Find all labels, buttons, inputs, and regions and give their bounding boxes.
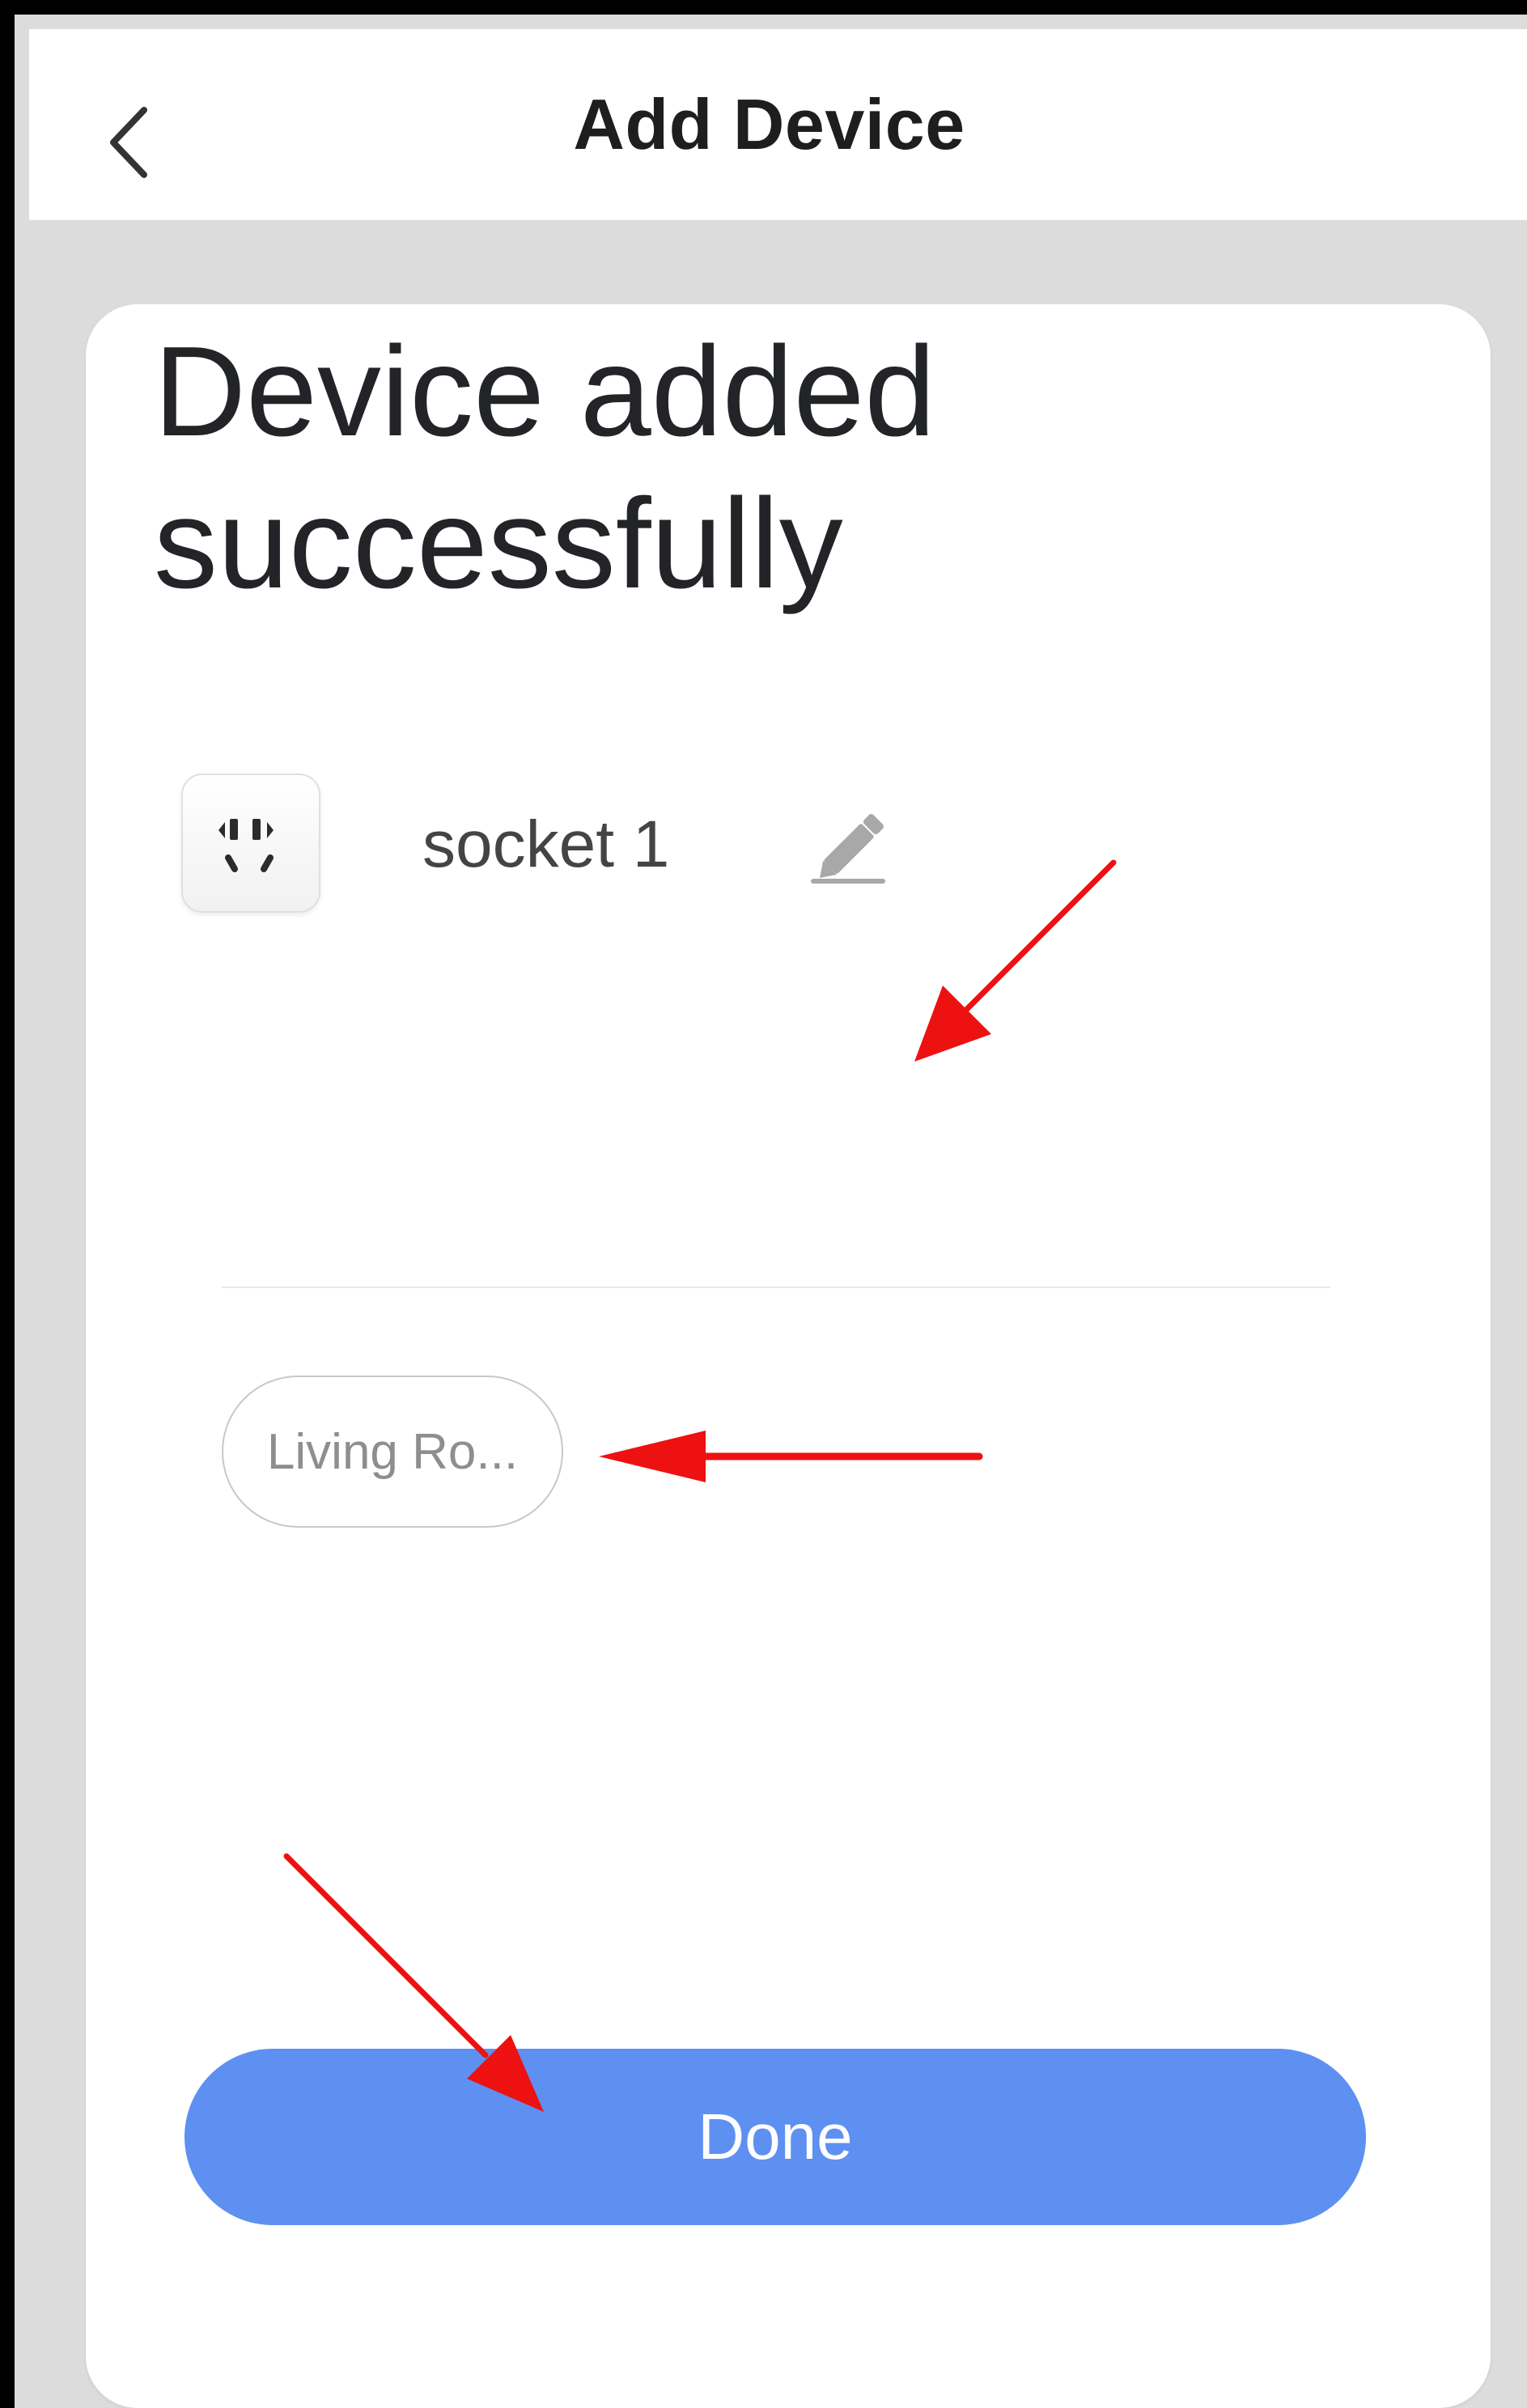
edit-name-button[interactable] [804, 804, 901, 893]
divider [222, 1287, 1330, 1288]
power-socket-icon [181, 774, 320, 913]
room-chip[interactable]: Living Ro... [222, 1376, 563, 1528]
pencil-icon [811, 814, 885, 884]
done-button-label: Done [698, 2101, 853, 2173]
done-button[interactable]: Done [185, 2049, 1366, 2225]
page-title: Add Device [573, 84, 965, 164]
device-row: socket 1 [181, 774, 1314, 919]
room-chip-label: Living Ro... [266, 1423, 519, 1480]
success-message: Device added successfully [154, 320, 936, 615]
app-header: Add Device [29, 29, 1527, 220]
device-name: socket 1 [422, 808, 670, 881]
